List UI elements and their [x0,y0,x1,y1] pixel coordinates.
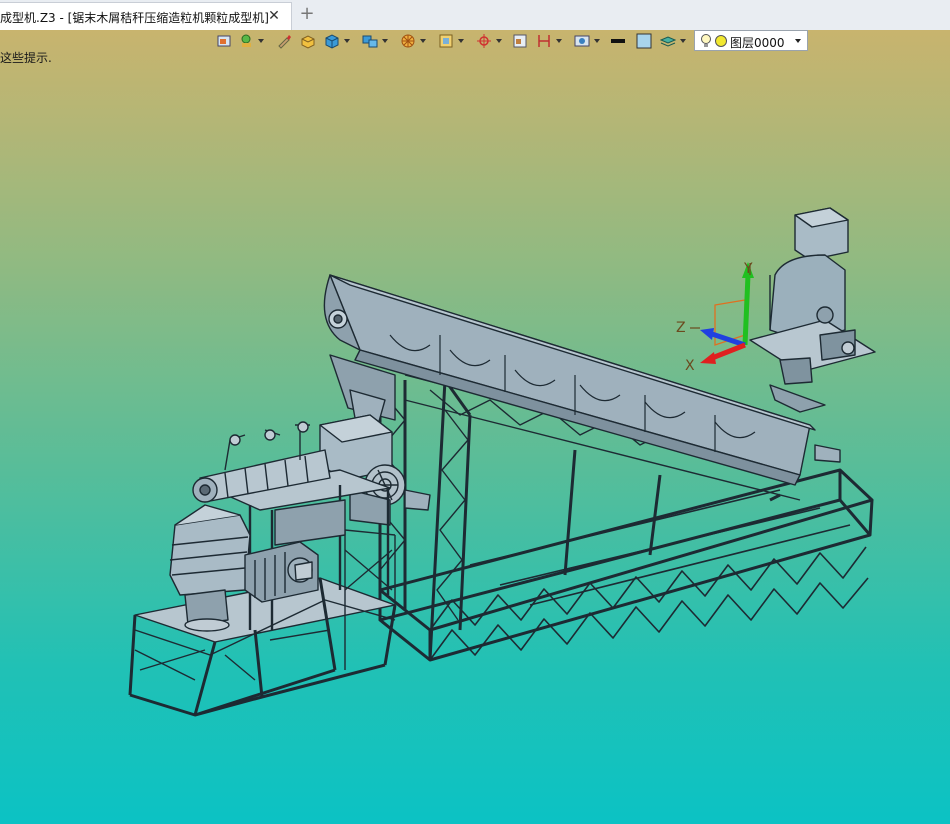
new-tab-icon[interactable]: + [298,5,316,23]
axis-z-label: Z [676,320,686,336]
axis-triad: Y Z X [676,261,754,374]
tab-title: 成型机.Z3 - [锯末木屑秸秆压缩造粒机颗粒成型机] [0,11,269,25]
3d-viewport[interactable]: 这些提示. 图层0000 Y Z X [0,30,950,824]
document-tab[interactable]: 成型机.Z3 - [锯末木屑秸秆压缩造粒机颗粒成型机] ✕ [0,2,292,30]
document-tab-bar: 成型机.Z3 - [锯末木屑秸秆压缩造粒机颗粒成型机] ✕ + [0,0,950,31]
close-tab-icon[interactable]: ✕ [266,8,282,24]
machine-model[interactable]: Y Z X [0,30,950,824]
axis-x-label: X [685,358,695,374]
axis-y-label: Y [743,261,753,277]
